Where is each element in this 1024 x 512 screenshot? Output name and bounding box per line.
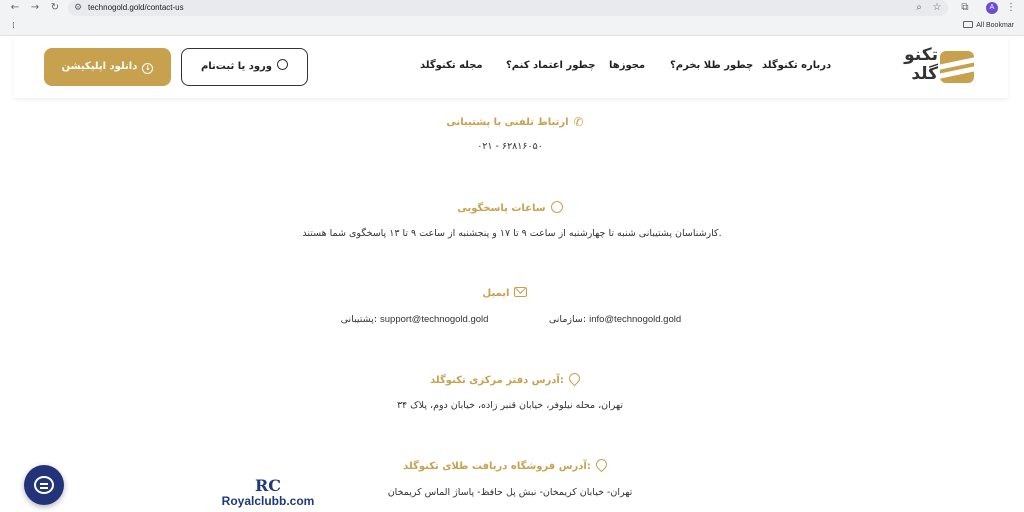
login-label: ورود یا ثبت‌نام bbox=[200, 61, 273, 72]
office-title-text: آدرس دفتر مرکزی تکنوگلد: bbox=[430, 375, 564, 386]
bookmarks-folder-label: All Bookmar bbox=[976, 22, 1014, 29]
chat-icon bbox=[34, 476, 54, 494]
bookmarks-bar: ⁞ All Bookmar bbox=[0, 18, 1024, 36]
phone-section-title: ارتباط تلفنی با پشتیبانی ✆ bbox=[430, 115, 600, 129]
url-text: technogold.gold/contact-us bbox=[88, 3, 184, 12]
bookmarks-folder[interactable]: All Bookmar bbox=[963, 21, 1014, 29]
user-icon bbox=[277, 59, 289, 70]
email-support: پشتیبانی: support@technogold.gold bbox=[322, 314, 507, 325]
chat-support-button[interactable] bbox=[24, 465, 64, 505]
watermark-text: Royalclubb.com bbox=[221, 494, 315, 508]
browser-chrome: ← → ↻ ⚙ technogold.gold/contact-us ⌕ ☆ ⧉… bbox=[0, 0, 1024, 36]
phone-title-text: ارتباط تلفنی با پشتیبانی bbox=[446, 117, 569, 128]
apps-icon[interactable]: ⁞ bbox=[12, 21, 15, 31]
hours-description: کارشناسان پشتیبانی شنبه تا چهارشنبه از س… bbox=[302, 228, 722, 239]
reload-icon[interactable]: ↻ bbox=[48, 1, 62, 15]
profile-avatar[interactable]: A bbox=[986, 2, 998, 14]
hours-section-title: ساعات پاسخگویی bbox=[440, 201, 580, 214]
back-icon[interactable]: ← bbox=[8, 1, 22, 15]
email-support-link[interactable]: support@technogold.gold bbox=[380, 314, 488, 325]
email-org-link[interactable]: info@technogold.gold bbox=[589, 314, 681, 325]
email-org-label: سازمانی: bbox=[548, 314, 587, 325]
download-app-button[interactable]: دانلود اپلیکیشن ↓ bbox=[44, 48, 171, 86]
email-title-text: ایمیل bbox=[482, 288, 510, 299]
email-section-title: ایمیل bbox=[460, 287, 550, 299]
forward-icon[interactable]: → bbox=[28, 1, 42, 15]
envelope-icon bbox=[514, 287, 528, 297]
office-section-title: آدرس دفتر مرکزی تکنوگلد: bbox=[415, 370, 595, 387]
nav-about[interactable]: درباره تکنوگلد bbox=[762, 60, 831, 71]
folder-icon bbox=[963, 21, 974, 28]
menu-icon[interactable]: ⋮ bbox=[1004, 1, 1018, 15]
email-org: سازمانی: info@technogold.gold bbox=[530, 314, 700, 325]
extensions-icon[interactable]: ⧉ bbox=[958, 1, 972, 15]
store-title-text: آدرس فروشگاه دریافت طلای تکنوگلد: bbox=[403, 461, 591, 472]
store-pin-icon bbox=[593, 456, 610, 473]
site-info-icon[interactable]: ⚙ bbox=[72, 2, 84, 14]
download-icon: ↓ bbox=[142, 63, 154, 74]
technogold-logo[interactable]: تکنو گلد bbox=[880, 46, 980, 88]
location-pin-icon bbox=[566, 370, 583, 387]
phone-number[interactable]: ۰۲۱ - ۶۲۸۱۶۰۵۰ bbox=[430, 141, 590, 152]
email-support-label: پشتیبانی: bbox=[340, 314, 377, 325]
logo-text: تکنو گلد bbox=[904, 45, 938, 84]
site-header: دانلود اپلیکیشن ↓ ورود یا ثبت‌نام مجله تک… bbox=[14, 36, 1008, 98]
login-register-button[interactable]: ورود یا ثبت‌نام bbox=[181, 48, 308, 86]
star-icon[interactable]: ☆ bbox=[930, 1, 944, 15]
watermark: RC Royalclubb.com bbox=[218, 478, 318, 512]
zoom-icon[interactable]: ⌕ bbox=[912, 1, 926, 15]
nav-how-to-buy[interactable]: چطور طلا بخرم؟ bbox=[670, 60, 753, 71]
hours-title-text: ساعات پاسخگویی bbox=[457, 203, 546, 214]
nav-licenses[interactable]: مجوزها bbox=[609, 60, 645, 71]
nav-magazine[interactable]: مجله تکنوگلد bbox=[420, 60, 483, 71]
address-bar[interactable]: ⚙ technogold.gold/contact-us bbox=[68, 0, 948, 16]
phone-icon: ✆ bbox=[573, 115, 584, 129]
office-address: تهران، محله نیلوفر، خیابان قنبر زاده، خی… bbox=[396, 400, 624, 411]
nav-how-to-trust[interactable]: چطور اعتماد کنم؟ bbox=[506, 60, 595, 71]
store-section-title: آدرس فروشگاه دریافت طلای تکنوگلد: bbox=[395, 456, 615, 473]
store-address: تهران- خیابان کریمخان- نبش پل حافظ- پاسا… bbox=[387, 487, 633, 498]
logo-mark-icon bbox=[940, 51, 974, 83]
clock-icon bbox=[550, 201, 563, 213]
download-app-label: دانلود اپلیکیشن bbox=[61, 61, 138, 72]
watermark-logo: RC bbox=[254, 476, 282, 495]
